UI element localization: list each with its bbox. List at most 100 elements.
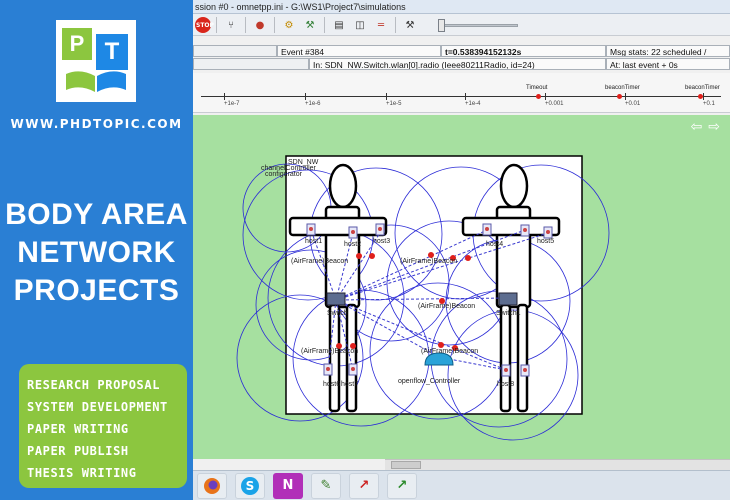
network-diagram: SDN_NW channelController configurator ho… [236, 155, 610, 441]
host-label: host2 [344, 241, 361, 248]
netbeans-icon[interactable]: N [273, 472, 303, 499]
host-node[interactable] [520, 224, 530, 237]
timeline-scale-label: +1e-5 [386, 101, 402, 107]
timeline-event-label: Timeout [526, 85, 548, 91]
toolbar-separator [216, 16, 217, 33]
switch1-label: Switch1 [496, 310, 521, 317]
title-line-1: BODY AREA [5, 198, 188, 231]
window-title: ssion #0 - omnetpp.ini - G:\WS1\Project7… [193, 0, 730, 14]
stop-icon[interactable]: STOP [195, 16, 214, 33]
beacon-label: (AirFrame)Beacon [301, 348, 358, 355]
slider-track [438, 24, 518, 27]
firefox-icon[interactable] [197, 472, 227, 499]
timeline-icon[interactable]: ═ [372, 17, 390, 33]
controller-label: openflow_Controller [398, 378, 461, 385]
wrench-icon[interactable]: ⚒ [401, 17, 419, 33]
view-module-icon[interactable]: ▤ [330, 17, 348, 33]
service-item: THESIS WRITING [27, 466, 137, 480]
timeline-scale-label: +1e-7 [224, 101, 240, 107]
title-line-2: NETWORK [17, 236, 176, 269]
timeline-tick [465, 93, 466, 100]
msg-stats: Msg stats: 22 scheduled / [606, 45, 730, 57]
timeline-scale-label: +0.1 [703, 101, 715, 107]
website-url[interactable]: WWW.PHDTOPIC.COM [0, 117, 193, 131]
timeline-tick [305, 93, 306, 100]
service-item: PAPER WRITING [27, 422, 129, 436]
timeline-tick [703, 93, 704, 100]
host-label: host4 [486, 241, 503, 248]
promo-title: BODY AREA NETWORK PROJECTS [0, 196, 193, 310]
host-label: host3 [373, 238, 390, 245]
logo-p-letter: P [62, 28, 92, 60]
toolbar: STOP ⑂ ● ⚙ ⚒ ▤ ◫ ═ ⚒ [193, 14, 730, 36]
toolbar-separator [245, 16, 246, 33]
host-label: host8 [497, 381, 514, 388]
timeline-scale-label: +0.001 [545, 101, 564, 107]
beacon-label: (AirFrame)Beacon [400, 258, 457, 265]
phdtopic-logo: P T [56, 20, 136, 102]
skype-letter: S [241, 476, 259, 495]
host-node[interactable] [543, 226, 553, 239]
timeline-event-label: beaconTimer [605, 85, 640, 91]
service-item: SYSTEM DEVELOPMENT [27, 400, 168, 414]
event-timeline[interactable]: +1e-7 +1e-6 +1e-5 +1e-4 +0.001 +0.01 +0.… [193, 73, 730, 113]
book-icon [66, 71, 126, 92]
host-label: host6 [323, 381, 340, 388]
host-node[interactable] [482, 223, 492, 236]
timeline-tick [625, 93, 626, 100]
speed-slider[interactable] [438, 18, 518, 32]
arrow-tool-icon[interactable]: ↗ [349, 472, 379, 499]
host-node[interactable] [306, 223, 316, 236]
step-icon[interactable]: ⑂ [222, 17, 240, 33]
host-node[interactable] [348, 226, 358, 239]
logo-t-letter: T [96, 34, 128, 70]
blank-cell [193, 45, 277, 57]
title-line-3: PROJECTS [13, 274, 180, 307]
taskbar: S N ✎ ↗ ↗ [193, 470, 730, 500]
simulator-window: ssion #0 - omnetpp.ini - G:\WS1\Project7… [193, 0, 730, 500]
timeline-event-marker[interactable] [698, 94, 703, 99]
switch-label: Switch [327, 310, 348, 317]
sim-time: t=0.538394152132s [441, 45, 606, 57]
host-label: host7 [341, 381, 358, 388]
timeline-axis [201, 96, 721, 97]
host-label: host5 [537, 238, 554, 245]
host-node[interactable] [323, 363, 333, 376]
status-row-2: In: SDN_NW.Switch.wlan[0].radio (Ieee802… [193, 58, 730, 70]
services-box: RESEARCH PROPOSAL SYSTEM DEVELOPMENT PAP… [19, 364, 187, 488]
network-canvas[interactable]: ⇦⇨ SDN_NW channelController configurator… [193, 115, 730, 459]
module-path: In: SDN_NW.Switch.wlan[0].radio (Ieee802… [309, 58, 606, 70]
run-icon[interactable]: ⚙ [280, 17, 298, 33]
toolbar-separator [324, 16, 325, 33]
timeline-event-marker[interactable] [536, 94, 541, 99]
last-event: At: last event + 0s [606, 58, 730, 70]
scrollbar-thumb[interactable] [391, 461, 421, 469]
timeline-scale-label: +0.01 [625, 101, 641, 107]
arrow-tool-2-icon[interactable]: ↗ [387, 472, 417, 499]
timeline-event-marker[interactable] [617, 94, 622, 99]
toolbar-separator [274, 16, 275, 33]
horizontal-scrollbar[interactable] [385, 459, 730, 470]
beacon-label: (AirFrame)Beacon [291, 258, 348, 265]
switch1-node[interactable] [498, 292, 518, 306]
slider-thumb[interactable] [438, 19, 445, 32]
host-node[interactable] [520, 364, 530, 377]
switch-node[interactable] [326, 292, 346, 306]
host-node[interactable] [501, 364, 511, 377]
blank-cell [193, 58, 309, 70]
toolbar-separator [395, 16, 396, 33]
beacon-label: (AirFrame)Beacon [421, 348, 478, 355]
record-icon[interactable]: ● [251, 17, 269, 33]
host-node[interactable] [348, 363, 358, 376]
editor-icon[interactable]: ✎ [311, 472, 341, 499]
fast-run-icon[interactable]: ⚒ [301, 17, 319, 33]
host-label: host1 [305, 238, 322, 245]
host-node[interactable] [375, 223, 385, 236]
promo-panel: P T WWW.PHDTOPIC.COM BODY AREA NETWORK P… [0, 0, 193, 500]
skype-icon[interactable]: S [235, 472, 265, 499]
view-split-icon[interactable]: ◫ [351, 17, 369, 33]
timeline-scale-label: +1e-6 [305, 101, 321, 107]
timeline-scale-label: +1e-4 [465, 101, 481, 107]
timeline-tick [545, 93, 546, 100]
status-row-1: Event #384 t=0.538394152132s Msg stats: … [193, 45, 730, 57]
